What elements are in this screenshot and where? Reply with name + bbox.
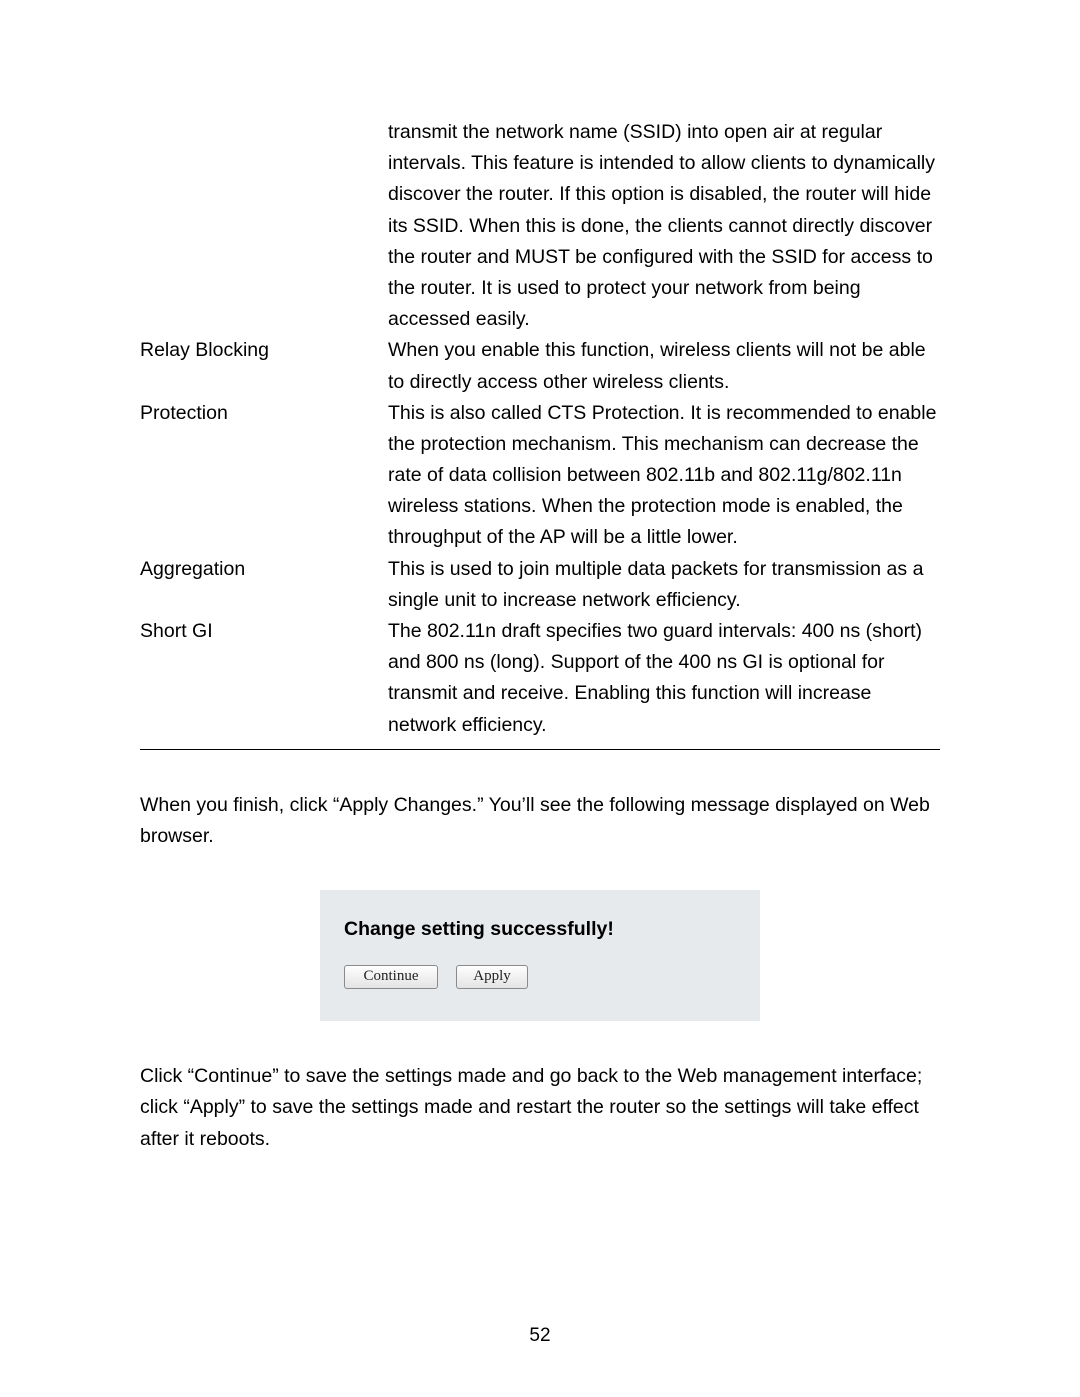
apply-button[interactable]: Apply <box>456 965 528 989</box>
term-protection: Protection <box>140 398 388 554</box>
continue-button[interactable]: Continue <box>344 965 438 989</box>
page-number: 52 <box>0 1325 1080 1347</box>
paragraph-apply-changes: When you finish, click “Apply Changes.” … <box>140 790 940 852</box>
dialog-title: Change setting successfully! <box>344 918 736 941</box>
term-relay-blocking: Relay Blocking <box>140 335 388 397</box>
definitions-table: transmit the network name (SSID) into op… <box>140 117 940 750</box>
desc-aggregation: This is used to join multiple data packe… <box>388 554 940 616</box>
desc-short-gi: The 802.11n draft specifies two guard in… <box>388 616 940 749</box>
paragraph-continue-apply: Click “Continue” to save the settings ma… <box>140 1061 940 1155</box>
term-ssid <box>140 117 388 335</box>
desc-protection: This is also called CTS Protection. It i… <box>388 398 940 554</box>
desc-ssid: transmit the network name (SSID) into op… <box>388 117 940 335</box>
term-short-gi: Short GI <box>140 616 388 749</box>
dialog-change-setting: Change setting successfully! Continue Ap… <box>320 890 760 1021</box>
term-aggregation: Aggregation <box>140 554 388 616</box>
desc-relay-blocking: When you enable this function, wireless … <box>388 335 940 397</box>
